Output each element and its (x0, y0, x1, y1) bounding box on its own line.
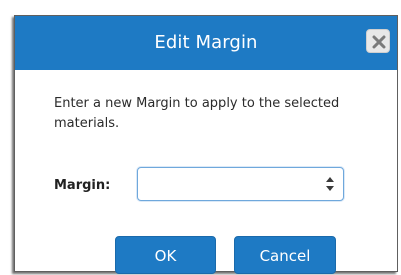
screen: Edit Margin Enter a new Margin to apply … (0, 0, 401, 275)
cancel-button[interactable]: Cancel (234, 236, 336, 274)
edit-margin-dialog: Edit Margin Enter a new Margin to apply … (14, 15, 398, 274)
margin-label: Margin: (54, 178, 111, 193)
dialog-title: Edit Margin (154, 32, 258, 53)
close-button[interactable] (366, 29, 390, 53)
close-icon (372, 35, 386, 49)
dialog-titlebar: Edit Margin (15, 16, 397, 70)
dialog-message: Enter a new Margin to apply to the selec… (54, 96, 340, 131)
spinner-icon[interactable] (325, 174, 335, 194)
margin-input[interactable] (137, 167, 344, 201)
ok-button[interactable]: OK (115, 236, 216, 274)
